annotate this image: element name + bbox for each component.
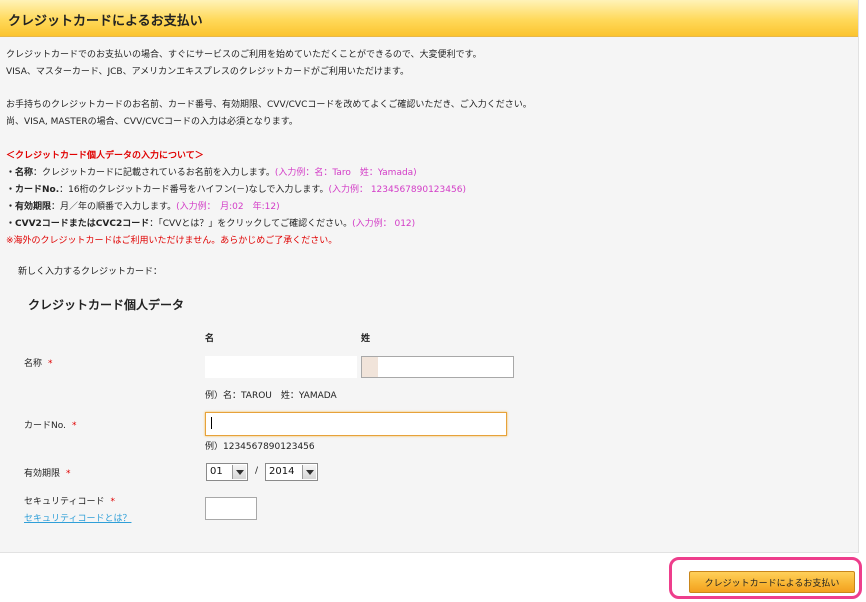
required-mark: * <box>48 359 53 369</box>
required-mark: * <box>110 497 115 507</box>
notes-heading: ＜クレジットカード個人データの入力について＞ <box>6 151 204 161</box>
note-text: ：月／年の順番で入力します。 <box>51 202 177 212</box>
note-label: ・CVV2コードまたはCVC2コード <box>6 219 150 229</box>
card-number-input[interactable] <box>205 412 507 436</box>
chevron-down-icon <box>302 465 316 479</box>
required-mark: * <box>71 421 77 431</box>
name-example: 例）名：TAROU 姓：YAMADA <box>205 391 337 401</box>
intro-line-2: VISA、マスターカード、JCB、アメリカンエキスプレスのクレジットカードがご利… <box>6 67 409 77</box>
card-label: カードNo. * <box>24 418 76 431</box>
panel-header: クレジットカードによるお支払い <box>0 0 858 37</box>
expiry-month-select[interactable]: 01 <box>206 463 248 481</box>
pay-by-credit-card-button[interactable]: クレジットカードによるお支払い <box>689 571 855 593</box>
security-code-help-link[interactable]: セキュリティコードとは？ <box>24 511 131 524</box>
expiry-year-value: 2014 <box>269 466 295 477</box>
expiry-month-value: 01 <box>210 466 223 477</box>
chevron-down-icon <box>232 465 246 479</box>
note-label: ・名称 <box>6 168 34 178</box>
page-title: クレジットカードによるお支払い <box>8 14 203 29</box>
note-text: ：「CVVとは？」をクリックしてご確認ください。 <box>149 219 353 229</box>
note-example: (入力例： 1234567890123456) <box>328 185 466 195</box>
note-text: ：16桁のクレジットカード番号をハイフン(－)なしで入力します。 <box>59 185 329 195</box>
note-label: ・有効期限 <box>6 202 52 212</box>
note-example: (入力例：名：Taro 姓：Yamada) <box>274 168 417 178</box>
security-label-text: セキュリティコード <box>24 497 105 507</box>
col-last-name: 姓 <box>361 334 371 344</box>
card-example: 例）1234567890123456 <box>205 442 315 452</box>
intro-line-4: 尚、VISA, MASTERの場合、CVV/CVCコードの入力は必須となります。 <box>6 117 298 127</box>
note-example: (入力例： 月:02 年:12) <box>176 202 280 212</box>
text-caret <box>211 417 212 429</box>
note-label: ・カードNo. <box>6 185 60 195</box>
intro-line-3: お手持ちのクレジットカードのお名前、カード番号、有効期限、CVV/CVCコードを… <box>6 100 532 110</box>
first-name-input[interactable] <box>205 356 357 378</box>
last-name-input[interactable] <box>361 356 514 378</box>
note-item-name: ・名称：クレジットカードに記載されているお名前を入力します。(入力例：名：Tar… <box>6 165 417 181</box>
section-title: クレジットカード個人データ <box>28 298 185 312</box>
payment-panel: クレジットカードによるお支払い クレジットカードでのお支払いの場合、すぐにサービ… <box>0 0 859 553</box>
required-mark: * <box>66 469 71 479</box>
card-label-text: カードNo. <box>24 421 66 431</box>
security-label: セキュリティコード * <box>24 494 115 507</box>
security-code-input[interactable] <box>205 497 257 520</box>
note-item-cvv: ・CVV2コードまたはCVC2コード：「CVVとは？」をクリックしてご確認くださ… <box>6 216 415 232</box>
expiry-separator: / <box>255 466 259 476</box>
note-text: ：クレジットカードに記載されているお名前を入力します。 <box>33 168 275 178</box>
note-item-expiry: ・有効期限：月／年の順番で入力します。(入力例： 月:02 年:12) <box>6 199 280 215</box>
new-card-label: 新しく入力するクレジットカード： <box>18 267 163 277</box>
note-item-card: ・カードNo.：16桁のクレジットカード番号をハイフン(－)なしで入力します。(… <box>6 182 466 198</box>
col-first-name: 名 <box>205 334 215 344</box>
intro-line-1: クレジットカードでのお支払いの場合、すぐにサービスのご利用を始めていただくことが… <box>6 50 482 60</box>
note-example: (入力例： 012) <box>352 219 416 229</box>
expiry-label-text: 有効期限 <box>24 469 61 479</box>
name-label-text: 名称 <box>24 359 43 369</box>
expiry-label: 有効期限 * <box>24 466 71 479</box>
name-label: 名称 * <box>24 356 53 369</box>
overseas-warning: ※海外のクレジットカードはご利用いただけません。あらかじめご了承ください。 <box>6 236 338 246</box>
expiry-year-select[interactable]: 2014 <box>265 463 318 481</box>
